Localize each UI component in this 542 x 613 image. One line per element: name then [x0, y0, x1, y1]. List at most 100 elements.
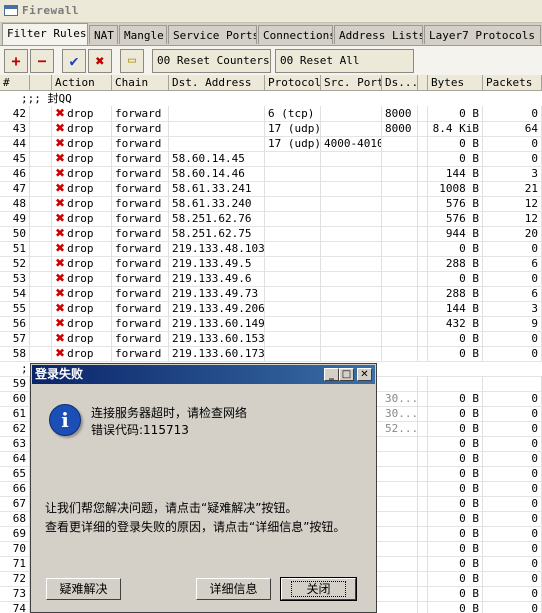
maximize-button[interactable]: □ [339, 368, 354, 381]
cell-flag [30, 346, 52, 361]
table-row[interactable]: 57 ✖ drop forward 219.133.60.153 0 B0 [0, 331, 542, 347]
table-row[interactable]: 44 ✖ drop forward 17 (udp) 4000-4010 0 B0 [0, 136, 542, 152]
table-row[interactable]: 48 ✖ drop forward 58.61.33.240 576 B 12 [0, 196, 542, 212]
tab-address-lists[interactable]: Address Lists [334, 25, 423, 44]
table-row[interactable]: 46 ✖ drop forward 58.60.14.46 144 B3 [0, 166, 542, 182]
cell-n: 44 [0, 136, 30, 151]
cell-proto [265, 316, 321, 331]
cell-chain: forward [112, 196, 169, 211]
cell-action-text: drop [67, 137, 94, 150]
cell-proto [265, 181, 321, 196]
col-dst-address[interactable]: Dst. Address [169, 75, 265, 90]
cell-bytes: 0 B [428, 571, 483, 586]
cell-gap [418, 196, 428, 211]
col-src-port[interactable]: Src. Port [321, 75, 382, 90]
cell-bytes: 288 B [428, 286, 483, 301]
cell-dport [382, 241, 418, 256]
cell-bytes: 144 B [428, 301, 483, 316]
table-row[interactable]: 50 ✖ drop forward 58.251.62.75 944 B 20 [0, 226, 542, 242]
table-row[interactable]: 49 ✖ drop forward 58.251.62.76 576 B 12 [0, 211, 542, 227]
col-bytes[interactable]: Bytes [428, 75, 483, 90]
troubleshoot-button[interactable]: 疑难解决 [46, 578, 121, 600]
add-button[interactable]: + [4, 49, 28, 73]
drop-icon: ✖ [55, 301, 66, 315]
comment-button[interactable]: ▭ [120, 49, 144, 73]
cell-dst: 58.60.14.45 [169, 151, 265, 166]
col-flags[interactable] [30, 75, 52, 90]
cell-gap [418, 151, 428, 166]
minimize-button[interactable]: _ [324, 368, 339, 381]
close-button[interactable]: 关闭 [280, 577, 357, 601]
cell-flag [30, 301, 52, 316]
cell-bytes: 8.4 KiB [428, 121, 483, 136]
table-row[interactable]: 45 ✖ drop forward 58.60.14.45 0 B0 [0, 151, 542, 167]
enable-button[interactable]: ✔ [62, 49, 86, 73]
rule-comment-qq: ;;; 封QQ [21, 92, 72, 105]
cell-proto [265, 286, 321, 301]
cell-bytes: 0 B [428, 481, 483, 496]
tab-service-ports[interactable]: Service Ports [168, 25, 257, 44]
reset-counters-button[interactable]: 00 Reset Counters [152, 49, 271, 73]
cell-chain: forward [112, 346, 169, 361]
cell-n: 54 [0, 286, 30, 301]
cell-dport [382, 541, 418, 556]
cell-packets: 20 [483, 226, 542, 241]
cell-dport [382, 226, 418, 241]
table-row[interactable]: 52 ✖ drop forward 219.133.49.5 288 B6 [0, 256, 542, 272]
drop-icon: ✖ [55, 226, 66, 240]
cell-action: ✖ drop [52, 136, 112, 151]
cell-dport [382, 526, 418, 541]
table-row[interactable]: 51 ✖ drop forward 219.133.48.103 0 B0 [0, 241, 542, 257]
cell-bytes: 944 B [428, 226, 483, 241]
table-row[interactable]: 54 ✖ drop forward 219.133.49.73 288 B6 [0, 286, 542, 302]
table-row[interactable]: 42 ✖ drop forward 6 (tcp) 8000 0 B0 [0, 106, 542, 122]
col-chain[interactable]: Chain [112, 75, 169, 90]
cell-packets: 6 [483, 286, 542, 301]
close-window-button[interactable]: ✕ [357, 368, 372, 381]
remove-button[interactable]: − [30, 49, 54, 73]
cell-flag [30, 181, 52, 196]
cell-action: ✖ drop [52, 316, 112, 331]
col-action[interactable]: Action [52, 75, 112, 90]
table-row[interactable]: 43 ✖ drop forward 17 (udp) 8000 8.4 KiB 64 [0, 121, 542, 137]
tab-nat[interactable]: NAT [89, 25, 118, 44]
table-row[interactable]: 56 ✖ drop forward 219.133.60.149 432 B9 [0, 316, 542, 332]
col-protocol[interactable]: Protocol [265, 75, 321, 90]
table-row[interactable]: 55 ✖ drop forward 219.133.49.206 144 B3 [0, 301, 542, 317]
cell-chain: forward [112, 256, 169, 271]
drop-icon: ✖ [55, 151, 66, 165]
cell-n: 67 [0, 496, 30, 511]
col-packets[interactable]: Packets [483, 75, 542, 90]
table-row[interactable]: 58 ✖ drop forward 219.133.60.173 0 B0 [0, 346, 542, 362]
table-row[interactable]: 47 ✖ drop forward 58.61.33.241 1008 B 21 [0, 181, 542, 197]
cell-flag [30, 256, 52, 271]
cell-gap [418, 181, 428, 196]
cell-flag [30, 151, 52, 166]
table-row[interactable]: 53 ✖ drop forward 219.133.49.6 0 B0 [0, 271, 542, 287]
cell-proto: 17 (udp) [265, 121, 321, 136]
cell-dst: 219.133.49.6 [169, 271, 265, 286]
cell-n: 48 [0, 196, 30, 211]
drop-icon: ✖ [55, 346, 66, 360]
cell-dport [382, 301, 418, 316]
col-dst-port[interactable]: Ds... [382, 75, 418, 90]
tab-layer7-protocols[interactable]: Layer7 Protocols [424, 25, 541, 44]
cell-n: 63 [0, 436, 30, 451]
disable-button[interactable]: ✖ [88, 49, 112, 73]
reset-all-counters-button[interactable]: 00 Reset All Counters [275, 49, 414, 89]
cell-action-text: drop [67, 332, 94, 345]
tab-connections[interactable]: Connections [258, 25, 333, 44]
cell-packets: 0 [483, 451, 542, 466]
details-button[interactable]: 详细信息 [196, 578, 271, 600]
cell-dport [382, 436, 418, 451]
col-number[interactable]: # [0, 75, 30, 90]
cell-chain: forward [112, 271, 169, 286]
drop-icon: ✖ [55, 121, 66, 135]
col-collapsed[interactable] [418, 75, 428, 90]
tab-mangle[interactable]: Mangle [119, 25, 167, 44]
cell-dport [382, 316, 418, 331]
cell-bytes [428, 376, 483, 391]
tab-filter-rules[interactable]: Filter Rules [2, 23, 88, 45]
cell-dst [169, 106, 265, 121]
cell-bytes: 0 B [428, 496, 483, 511]
